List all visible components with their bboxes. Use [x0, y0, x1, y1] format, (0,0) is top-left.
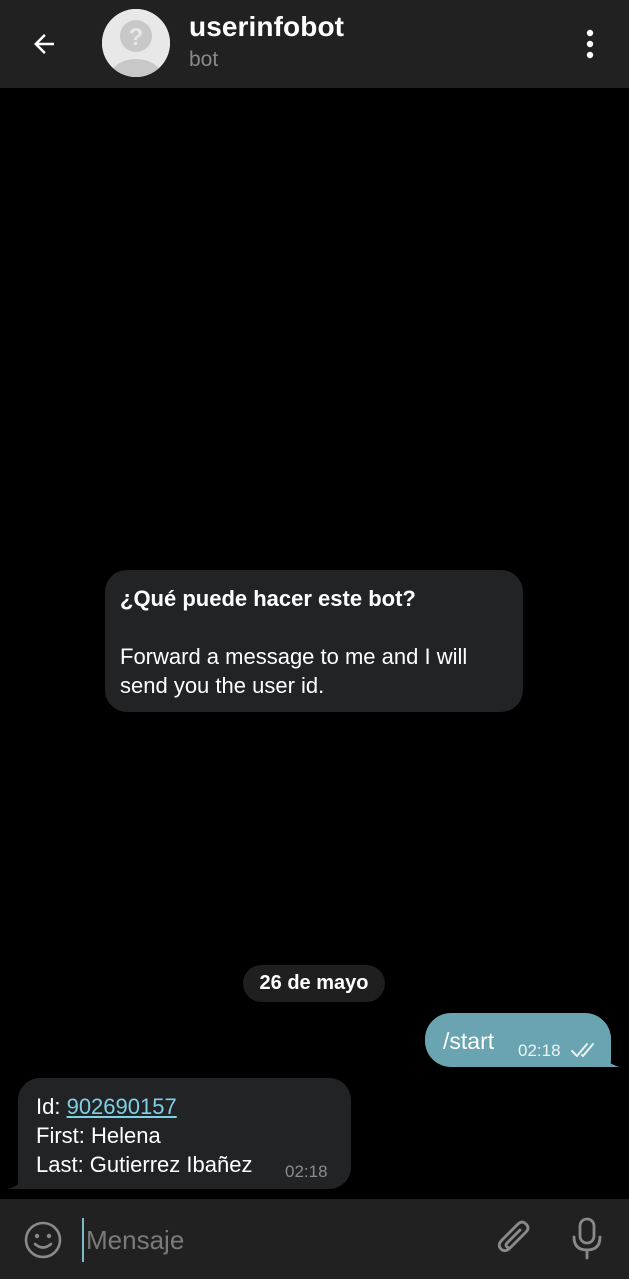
microphone-icon[interactable] — [569, 1216, 605, 1262]
bot-info-line: Forward a message to me and I will — [120, 644, 468, 669]
incoming-id-line: Id: 902690157 — [36, 1092, 177, 1121]
chat-title[interactable]: userinfobot — [189, 11, 344, 43]
emoji-icon[interactable] — [22, 1219, 64, 1261]
user-placeholder-icon: ? — [102, 9, 170, 77]
incoming-message-time: 02:18 — [285, 1162, 328, 1181]
double-check-icon — [571, 1043, 594, 1057]
chat-subtitle: bot — [189, 48, 219, 71]
svg-text:?: ? — [129, 24, 144, 51]
id-label: Id: — [36, 1094, 67, 1119]
incoming-last-name: Last: Gutierrez Ibañez — [36, 1152, 253, 1177]
bot-info-title: ¿Qué puede hacer este bot? — [120, 586, 416, 611]
date-separator: 26 de mayo — [243, 965, 385, 1002]
incoming-first-name: First: Helena — [36, 1123, 161, 1148]
bot-info-bubble: ¿Qué puede hacer este bot? Forward a mes… — [105, 570, 523, 712]
message-input[interactable] — [82, 1218, 476, 1262]
more-menu-button[interactable] — [572, 22, 608, 66]
chat-header: ? userinfobot bot — [0, 0, 629, 88]
outgoing-message-time: 02:18 — [518, 1041, 561, 1060]
avatar[interactable]: ? — [102, 9, 170, 77]
bot-info-line: send you the user id. — [120, 673, 325, 698]
more-vertical-icon — [586, 29, 594, 59]
bot-info-body: Forward a message to me and I will send … — [120, 642, 507, 700]
chat-screen: ? userinfobot bot ¿Qué puede hacer este … — [0, 0, 629, 1279]
paperclip-icon[interactable] — [494, 1218, 534, 1262]
back-button[interactable] — [22, 22, 66, 66]
outgoing-message-text: /start — [443, 1028, 495, 1054]
user-id-link[interactable]: 902690157 — [67, 1094, 177, 1119]
arrow-left-icon — [34, 34, 54, 54]
